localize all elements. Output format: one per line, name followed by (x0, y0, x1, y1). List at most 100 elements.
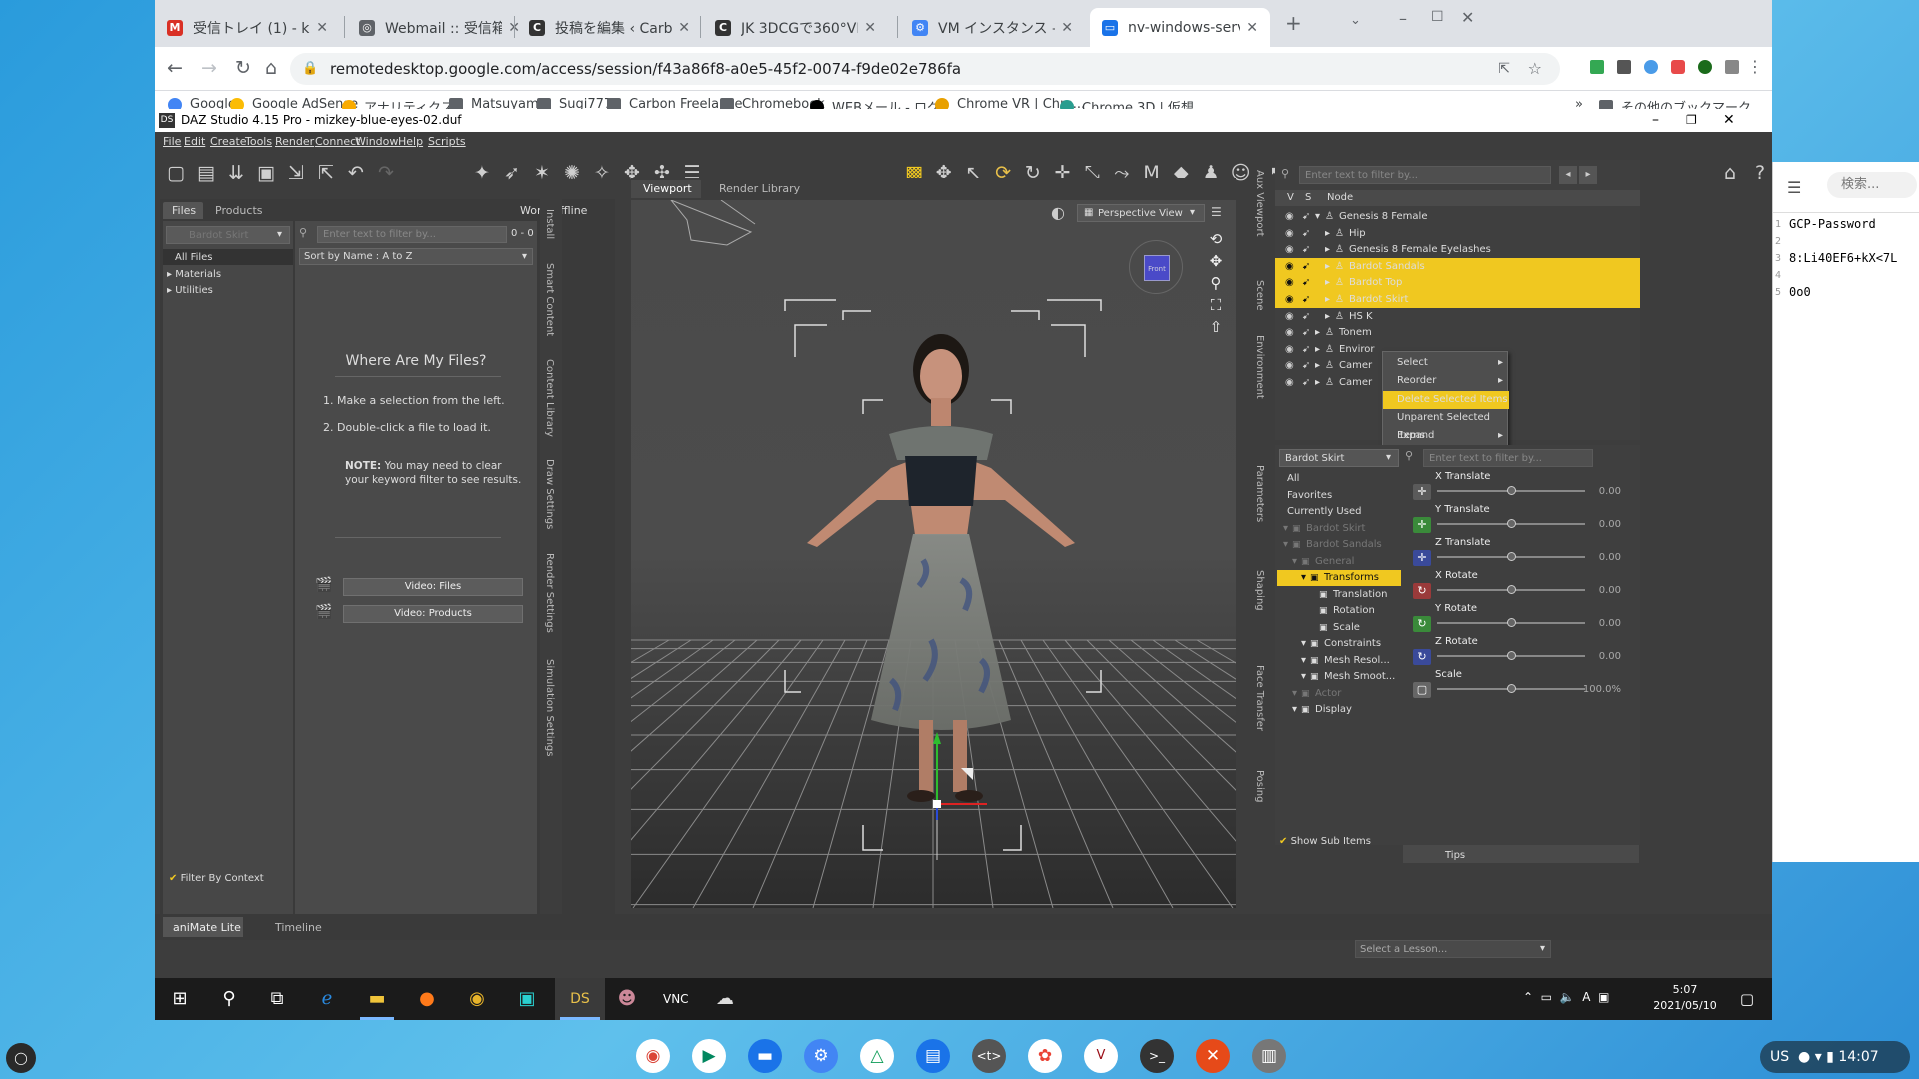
eye-icon[interactable]: ◉ (1285, 274, 1294, 291)
close-tab-icon[interactable]: ✕ (678, 20, 690, 36)
expand-arrow-icon[interactable]: ▾ (1292, 554, 1297, 570)
vr-icon[interactable]: V (1084, 1039, 1118, 1073)
menu-create[interactable]: Create (210, 135, 247, 148)
browser-tab[interactable]: ⚙ VM インスタンス – Compute ✕ (900, 8, 1085, 47)
help-icon[interactable]: ? (1748, 161, 1772, 185)
notepad-search-input[interactable]: 検索... (1827, 172, 1917, 198)
cursor-icon[interactable]: ➹ (1302, 357, 1310, 374)
browser-tab[interactable]: C 投稿を編集 ‹ Carbon Freelanc ✕ (517, 8, 702, 47)
spot-render-icon[interactable]: ✧ (590, 161, 614, 185)
forward-icon[interactable]: → (201, 57, 217, 79)
context-menu-item[interactable]: Reorder ▸ (1383, 372, 1509, 390)
notepad-line[interactable]: 1 GCP-Password (1773, 216, 1919, 233)
notepad-line[interactable]: 5 0o0 (1773, 284, 1919, 301)
terminal-icon[interactable]: >_ (1140, 1039, 1174, 1073)
tree-item-utilities[interactable]: ▸ Utilities (167, 285, 213, 296)
param-slider[interactable]: X Translate ✛ 0.00 (1409, 469, 1627, 502)
daz-home-icon[interactable]: ⌂ (1718, 161, 1742, 185)
prev-icon[interactable]: ◂ (1559, 166, 1577, 184)
close-tab-icon[interactable]: ✕ (864, 20, 876, 36)
cursor-icon[interactable]: ➹ (1302, 241, 1310, 258)
param-tree-item[interactable]: ▾ ▣ Bardot Skirt (1277, 521, 1401, 537)
param-slider[interactable]: Y Rotate ↻ 0.00 (1409, 601, 1627, 634)
launcher-icon[interactable]: ◯ (6, 1043, 36, 1073)
param-slider[interactable]: Y Translate ✛ 0.00 (1409, 502, 1627, 535)
app-icon[interactable]: ▣ (515, 987, 539, 1011)
reload-icon[interactable]: ↻ (235, 57, 251, 79)
menu-icon[interactable]: ⋮ (1747, 57, 1763, 76)
expand-arrow-icon[interactable]: ▾ (1315, 208, 1320, 225)
avatar-app-icon[interactable]: ☻ (615, 987, 639, 1011)
eye-icon[interactable]: ◉ (1285, 357, 1294, 374)
expand-arrow-icon[interactable]: ▸ (1325, 274, 1330, 291)
import-icon[interactable]: ⇲ (284, 161, 308, 185)
cursor-icon[interactable]: ➹ (1302, 274, 1310, 291)
side-tab[interactable]: Draw Settings (544, 459, 555, 529)
eye-icon[interactable]: ◉ (1285, 241, 1294, 258)
param-tree-item[interactable]: ▾ ▣ Mesh Resol... (1277, 653, 1401, 669)
expand-arrow-icon[interactable]: ▾ (1301, 570, 1306, 586)
expand-arrow-icon[interactable]: ▸ (1325, 308, 1330, 325)
video-files-button[interactable]: Video: Files (343, 578, 523, 596)
tab-timeline[interactable]: Timeline (275, 921, 322, 934)
tab-viewport[interactable]: Viewport (643, 182, 692, 195)
new-tab-button[interactable]: + (1285, 11, 1302, 35)
store-icon[interactable]: ▥ (1252, 1039, 1286, 1073)
notepad-line[interactable]: 2 (1773, 233, 1919, 250)
status-area[interactable]: US ● ▾ ▮ 14:07 (1760, 1041, 1910, 1073)
param-tree-item[interactable]: ▾ ▣ Mesh Smoot... (1277, 669, 1401, 685)
scene-filter-input[interactable]: Enter text to filter by... (1299, 166, 1551, 184)
pan-icon[interactable]: ✥ (1205, 250, 1227, 272)
param-tree-item[interactable]: ▣ Rotation (1277, 603, 1401, 619)
scene-node-row[interactable]: ◉ ➹ ▸ ♙ Bardot Sandals (1275, 257, 1640, 275)
slider-knob[interactable] (1507, 552, 1516, 561)
back-icon[interactable]: ← (167, 57, 183, 79)
menu-file[interactable]: File (163, 135, 181, 148)
search-icon[interactable]: ⚲ (217, 987, 241, 1011)
view-cube[interactable]: Front (1129, 240, 1183, 294)
expand-arrow-icon[interactable]: ▾ (1301, 653, 1306, 669)
menu-render[interactable]: Render (275, 135, 314, 148)
windows-start-icon[interactable]: ⊞ (168, 987, 192, 1011)
scene-node-row[interactable]: ◉ ➹ ▸ ♙ HS K (1275, 308, 1640, 325)
tab-products[interactable]: Products (215, 204, 263, 217)
cursor-icon[interactable]: ➹ (1302, 291, 1310, 308)
merge-icon[interactable]: ⇊ (224, 161, 248, 185)
side-tab[interactable]: Smart Content (544, 263, 555, 336)
menu-help[interactable]: Help (398, 135, 423, 148)
close-tab-icon[interactable]: ✕ (1246, 20, 1258, 36)
param-slider[interactable]: Scale ▢ 100.0% (1409, 667, 1627, 700)
system-tray[interactable]: ⌃ ▭ 🔈 A ▣ (1523, 990, 1609, 1004)
context-menu-item[interactable]: Expand ▸ (1383, 427, 1509, 445)
notifications-icon[interactable]: ▢ (1735, 987, 1759, 1011)
new-icon[interactable]: ▢ (164, 161, 188, 185)
drive-icon[interactable]: △ (860, 1039, 894, 1073)
eye-icon[interactable]: ◉ (1285, 324, 1294, 341)
param-tree-item[interactable]: ▾ ▣ Bardot Sandals (1277, 537, 1401, 553)
eye-icon[interactable]: ◉ (1285, 258, 1294, 275)
eye-icon[interactable]: ◉ (1285, 208, 1294, 225)
slider-knob[interactable] (1507, 651, 1516, 660)
expand-arrow-icon[interactable]: ▸ (1315, 324, 1320, 341)
extension-icon[interactable] (1644, 60, 1658, 74)
chrome-icon[interactable]: ◉ (636, 1039, 670, 1073)
scene-node-row[interactable]: ◉ ➹ ▸ ♙ Hip (1275, 225, 1640, 242)
expand-arrow-icon[interactable]: ▸ (1325, 225, 1330, 242)
photos-icon[interactable]: ✿ (1028, 1039, 1062, 1073)
param-tree-item[interactable]: Favorites (1277, 488, 1401, 504)
notepad-line[interactable]: 4 (1773, 267, 1919, 284)
tree-item-materials[interactable]: ▸ Materials (167, 269, 221, 280)
extension-icon[interactable] (1725, 60, 1739, 74)
joint-tool-icon[interactable]: ➶ (500, 161, 524, 185)
node-dropdown[interactable]: Bardot Skirt ▾ (1279, 449, 1399, 467)
slider-knob[interactable] (1507, 519, 1516, 528)
param-tree-item[interactable]: ▾ ▣ Constraints (1277, 636, 1401, 652)
param-tree-item[interactable]: ▾ ▣ General (1277, 554, 1401, 570)
task-view-icon[interactable]: ⧉ (265, 987, 289, 1011)
param-value[interactable]: 100.0% (1583, 684, 1621, 695)
camera-dropdown[interactable]: ▦ Perspective View ▾ (1077, 204, 1205, 222)
param-tree-item[interactable]: Currently Used (1277, 504, 1401, 520)
bookmark-star-icon[interactable]: ☆ (1528, 53, 1542, 85)
clock[interactable]: 5:07 2021/05/10 (1650, 982, 1720, 1014)
eye-icon[interactable]: ◉ (1285, 374, 1294, 391)
